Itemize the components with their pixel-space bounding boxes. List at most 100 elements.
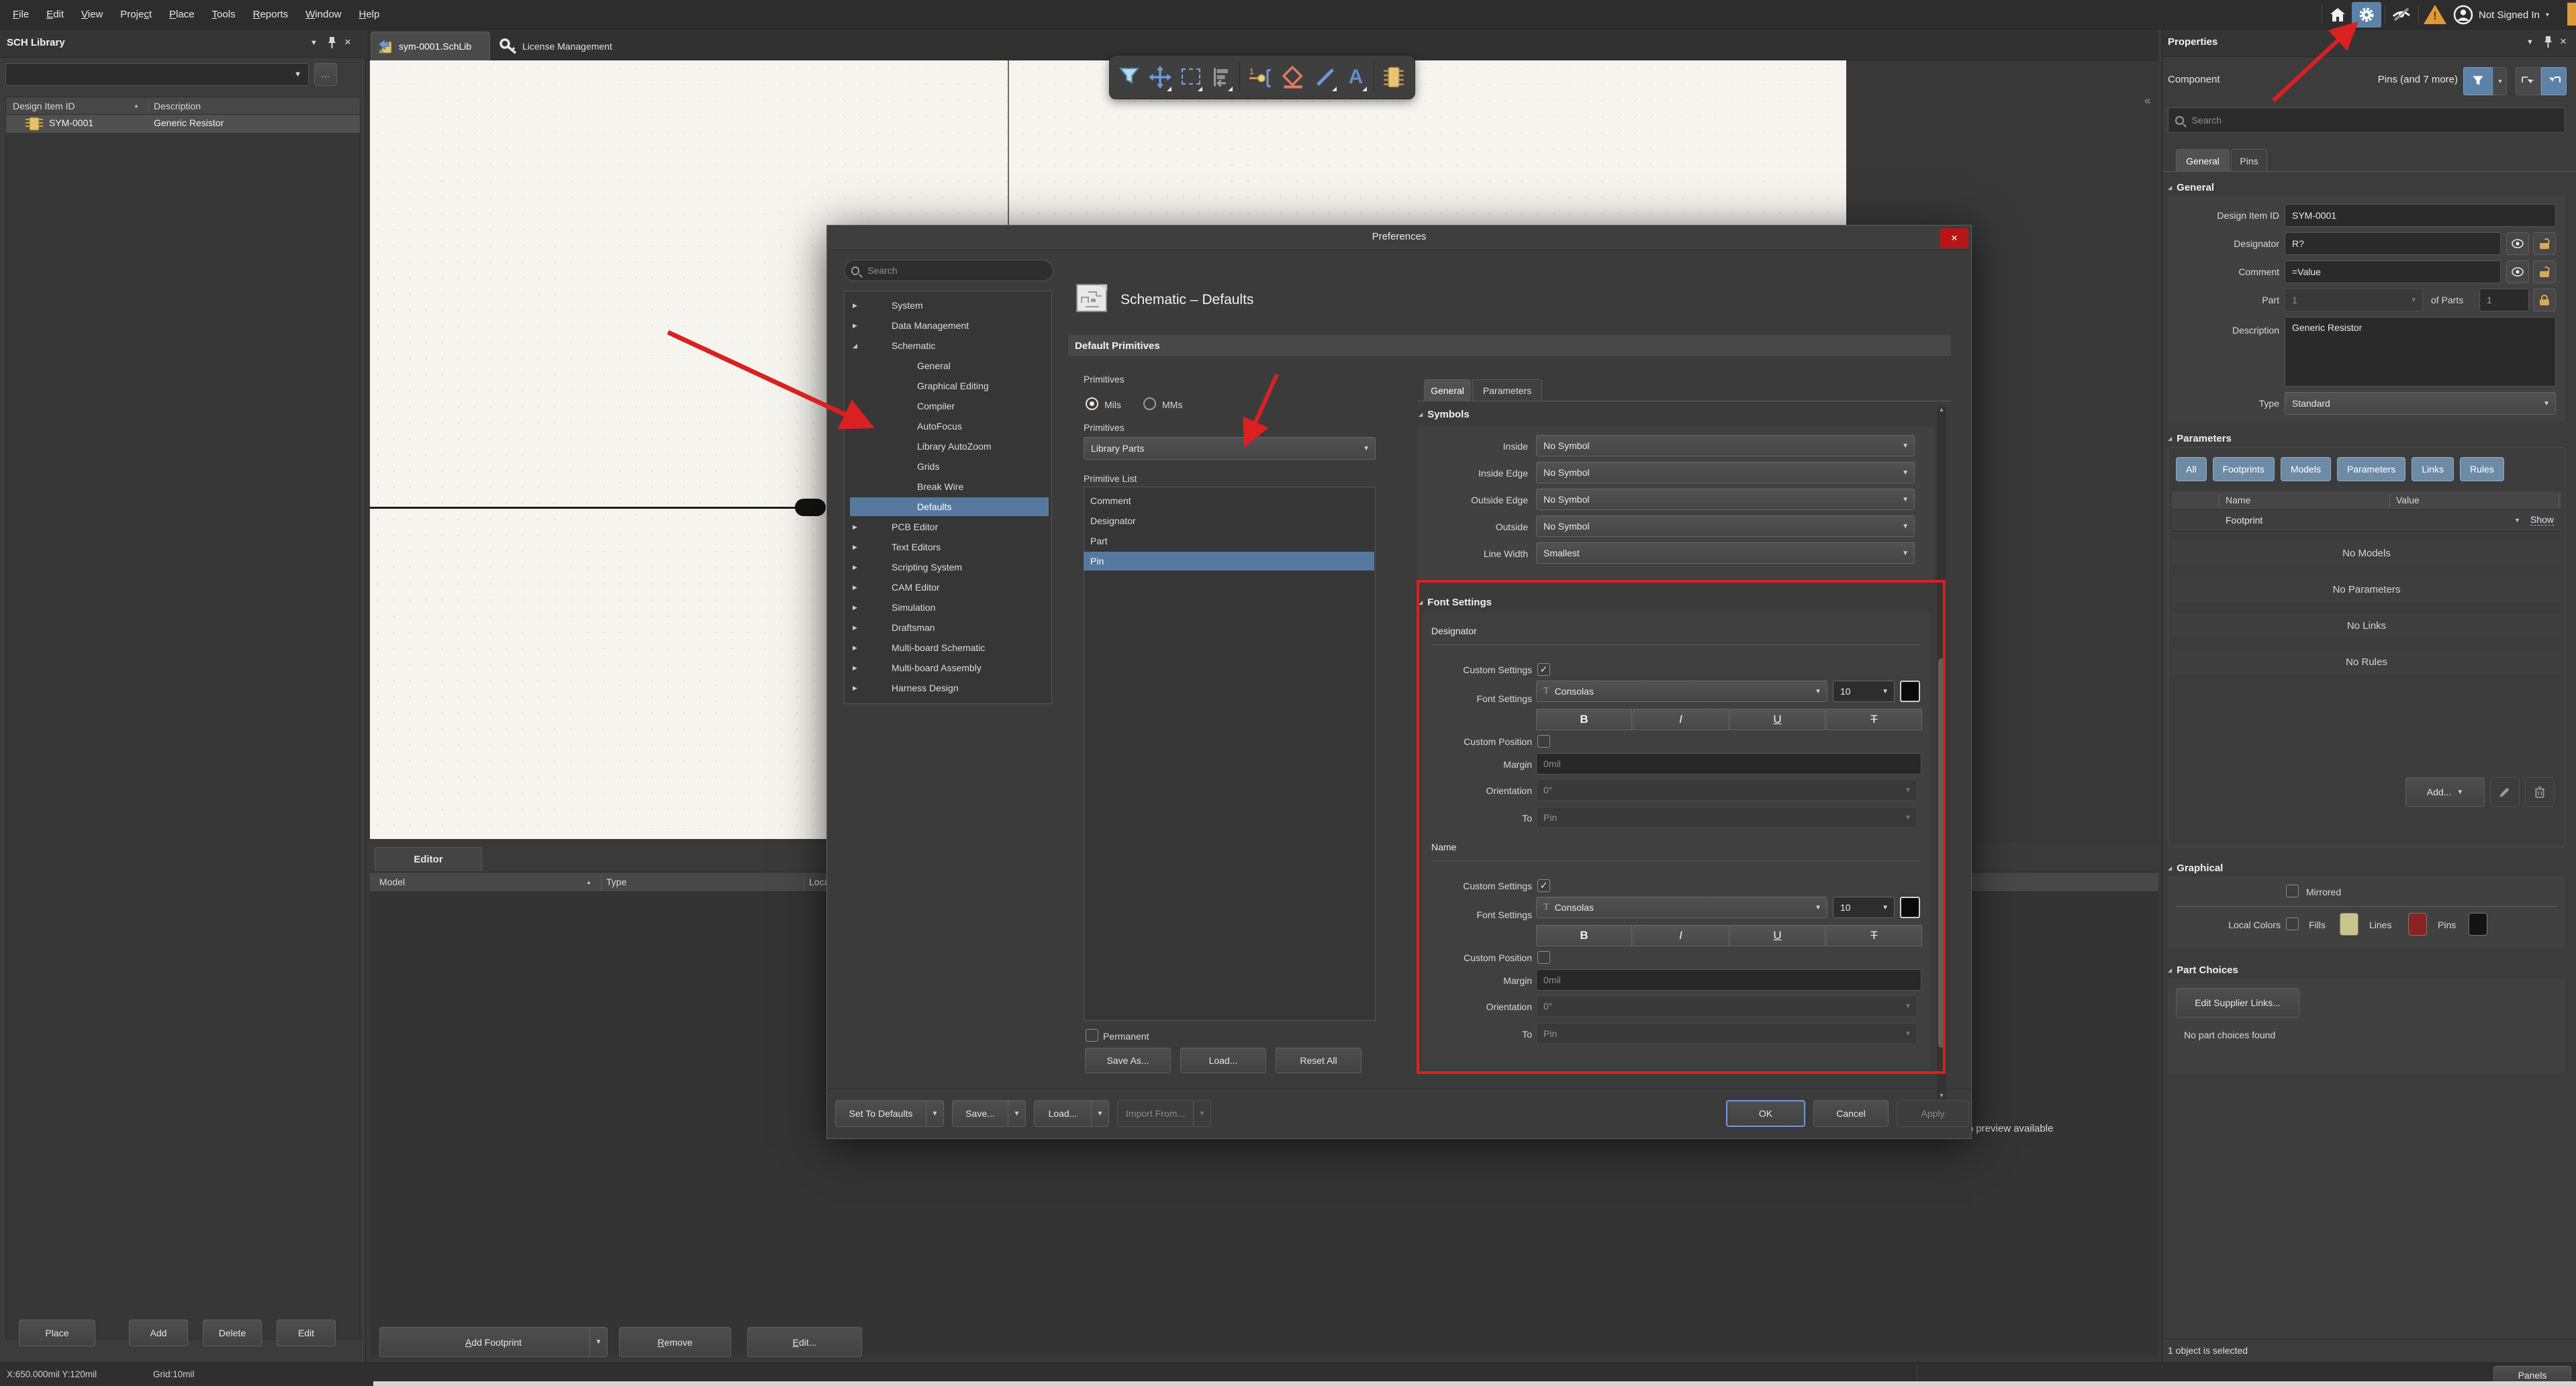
mils-radio[interactable] xyxy=(1086,397,1098,410)
edit-parameter-button[interactable] xyxy=(2490,777,2520,807)
cancel-button[interactable]: Cancel xyxy=(1813,1100,1889,1127)
remove-button[interactable]: Remove xyxy=(619,1327,731,1357)
place-part-tool[interactable] xyxy=(1380,62,1408,93)
column-description[interactable]: Description xyxy=(154,101,201,111)
designator-visibility-button[interactable] xyxy=(2506,232,2529,255)
graphical-section-header[interactable]: Graphical xyxy=(2168,862,2223,875)
save-as-button[interactable]: Save As... xyxy=(1085,1048,1171,1073)
visibility-button[interactable] xyxy=(2387,4,2416,26)
menu-place[interactable]: Place xyxy=(160,0,203,30)
edit-button[interactable]: Edit xyxy=(277,1320,336,1346)
filter-parameters-button[interactable]: Parameters xyxy=(2337,457,2405,481)
menu-tools[interactable]: Tools xyxy=(203,0,244,30)
preferences-gear-button[interactable] xyxy=(2352,2,2381,28)
filter-all-button[interactable]: All xyxy=(2176,457,2207,481)
dialog-close-button[interactable]: × xyxy=(1940,228,1968,248)
symbols-outside-dropdown[interactable]: No Symbol▼ xyxy=(1536,515,1915,537)
menu-help[interactable]: Help xyxy=(350,0,389,30)
fills-swatch[interactable] xyxy=(2340,913,2358,936)
add-footprint-button[interactable]: Add Footprint ▼ xyxy=(379,1327,608,1357)
move-tool[interactable] xyxy=(1147,62,1173,93)
place-button[interactable]: Place xyxy=(19,1320,95,1346)
place-pin-tool[interactable]: 1 xyxy=(1245,62,1274,93)
menu-reports[interactable]: Reports xyxy=(244,0,297,30)
load-primitives-button[interactable]: Load... xyxy=(1180,1048,1266,1073)
designator-field[interactable]: R? xyxy=(2285,232,2501,255)
panel-menu-icon[interactable]: ▼ xyxy=(310,39,318,47)
column-name[interactable]: Name xyxy=(2226,495,2250,505)
chevron-down-icon[interactable]: ▼ xyxy=(926,1101,943,1126)
prefs-search[interactable] xyxy=(844,260,1053,281)
filter-rules-button[interactable]: Rules xyxy=(2460,457,2504,481)
comment-field[interactable]: =Value xyxy=(2285,260,2501,283)
dialog-title-bar[interactable]: Preferences × xyxy=(827,226,1971,250)
place-text-tool[interactable]: A xyxy=(1343,62,1369,93)
menu-project[interactable]: Project xyxy=(111,0,160,30)
resistor-body[interactable] xyxy=(795,499,826,516)
description-field[interactable]: Generic Resistor xyxy=(2285,317,2556,387)
close-icon[interactable]: × xyxy=(2560,35,2567,48)
align-tool[interactable] xyxy=(1209,62,1235,93)
filter-dropdown-button[interactable]: ▼ xyxy=(2493,67,2507,95)
menu-file[interactable]: File xyxy=(4,0,38,30)
delete-button[interactable]: Delete xyxy=(203,1320,262,1346)
parameters-section-header[interactable]: Parameters xyxy=(2168,432,2232,446)
type-dropdown[interactable]: Standard▼ xyxy=(2285,392,2556,415)
footer-save-button[interactable]: Save...▼ xyxy=(952,1100,1026,1127)
properties-search-input[interactable] xyxy=(2191,114,2558,126)
properties-search[interactable] xyxy=(2168,107,2565,133)
prefs-search-input[interactable] xyxy=(866,264,1046,277)
footprint-row[interactable]: Footprint ▼ Show xyxy=(2172,510,2561,532)
home-button[interactable] xyxy=(2326,4,2350,26)
local-colors-checkbox[interactable] xyxy=(2286,918,2299,930)
symbols-section-header[interactable]: Symbols xyxy=(1419,408,1470,422)
mms-radio[interactable] xyxy=(1143,397,1156,410)
filter-links-button[interactable]: Links xyxy=(2412,457,2454,481)
part-choices-section-header[interactable]: Part Choices xyxy=(2168,964,2238,977)
select-overlap-button[interactable] xyxy=(2516,67,2541,95)
edit-supplier-links-button[interactable]: Edit Supplier Links... xyxy=(2176,988,2299,1018)
warnings-button[interactable]: ! xyxy=(2422,4,2448,26)
signin-status[interactable]: Not Signed In ▾ xyxy=(2479,0,2549,30)
library-row[interactable]: SYM-0001 Generic Resistor xyxy=(6,115,360,133)
library-mask-combobox[interactable]: ▼ xyxy=(5,63,309,86)
designator-lock-button[interactable] xyxy=(2533,232,2556,255)
menu-view[interactable]: View xyxy=(73,0,111,30)
pin-icon[interactable] xyxy=(2544,36,2553,48)
mirrored-checkbox[interactable] xyxy=(2286,885,2299,897)
place-line-tool[interactable] xyxy=(1313,62,1338,93)
primitives-dropdown[interactable]: Library Parts▼ xyxy=(1084,437,1376,460)
chevron-down-icon[interactable]: ▼ xyxy=(1008,1101,1025,1126)
scroll-down-arrow[interactable]: ▼ xyxy=(1938,1092,1946,1099)
place-polygon-tool[interactable] xyxy=(1279,62,1307,93)
comment-lock-button[interactable] xyxy=(2533,260,2556,283)
delete-parameter-button[interactable] xyxy=(2525,777,2555,807)
permanent-checkbox[interactable] xyxy=(1086,1029,1098,1042)
column-model[interactable]: Model xyxy=(379,877,405,887)
panel-collapse-chevron[interactable]: « xyxy=(2144,94,2150,107)
column-design-item-id[interactable]: Design Item ID xyxy=(13,101,75,111)
comment-visibility-button[interactable] xyxy=(2506,260,2529,283)
tab-pins[interactable]: Pins xyxy=(2231,149,2267,172)
symbols-outside-edge-dropdown[interactable]: No Symbol▼ xyxy=(1536,489,1915,510)
symbols-line-width-dropdown[interactable]: Smallest▼ xyxy=(1536,542,1915,564)
chevron-down-icon[interactable]: ▼ xyxy=(2514,517,2520,524)
chevron-down-icon[interactable]: ▼ xyxy=(589,1328,607,1356)
panel-menu-icon[interactable]: ▼ xyxy=(2526,38,2534,46)
select-inside-button[interactable] xyxy=(2541,67,2567,95)
add-button[interactable]: Add xyxy=(129,1320,188,1346)
symbols-inside-edge-dropdown[interactable]: No Symbol▼ xyxy=(1536,462,1915,483)
menu-edit[interactable]: Edit xyxy=(38,0,73,30)
filter-tool[interactable] xyxy=(1116,62,1142,93)
chevron-down-icon[interactable]: ▼ xyxy=(1091,1101,1108,1126)
column-type[interactable]: Type xyxy=(606,877,626,887)
symbols-inside-dropdown[interactable]: No Symbol▼ xyxy=(1536,435,1915,456)
general-section-header[interactable]: General xyxy=(2168,181,2214,195)
apply-button[interactable]: Apply xyxy=(1897,1100,1969,1127)
part-dropdown[interactable]: 1▼ xyxy=(2285,289,2423,311)
tab-schlib[interactable]: sym-0001.SchLib xyxy=(371,32,490,60)
reset-all-button[interactable]: Reset All xyxy=(1276,1048,1362,1073)
browse-button[interactable]: ... xyxy=(314,63,337,86)
design-item-id-field[interactable]: SYM-0001 xyxy=(2285,204,2556,227)
prefs-tab-parameters[interactable]: Parameters xyxy=(1472,379,1542,401)
